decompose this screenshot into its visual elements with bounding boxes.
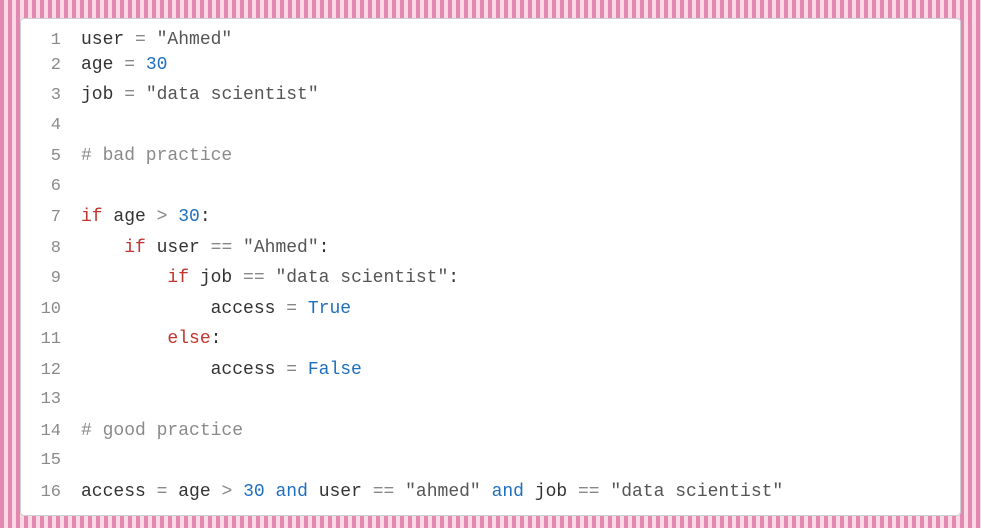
line-number: 4	[21, 111, 81, 142]
code-content: # good practice	[81, 416, 243, 447]
code-token: 30	[178, 207, 200, 227]
code-token: "ahmed"	[405, 482, 481, 502]
code-token: "Ahmed"	[157, 30, 233, 50]
code-token: ==	[578, 482, 610, 502]
code-token: True	[308, 299, 351, 319]
code-token: =	[286, 360, 308, 380]
code-token: =	[124, 55, 146, 75]
code-content: else:	[81, 324, 221, 355]
line-number: 5	[21, 142, 81, 173]
code-line: 6	[21, 172, 960, 203]
code-token: ==	[211, 238, 243, 258]
code-token: >	[157, 207, 179, 227]
code-token	[81, 329, 167, 349]
code-line: 8 if user == "Ahmed":	[21, 233, 960, 264]
code-line: 12 access = False	[21, 355, 960, 386]
code-token: if	[124, 238, 156, 258]
code-content: if user == "Ahmed":	[81, 233, 329, 264]
line-number: 8	[21, 234, 81, 265]
code-token: job	[81, 85, 124, 105]
code-line: 4	[21, 111, 960, 142]
code-content: if age > 30:	[81, 202, 211, 233]
code-token: :	[319, 238, 330, 258]
code-token: job	[535, 482, 578, 502]
code-token: =	[286, 299, 308, 319]
code-editor: 1user = "Ahmed"2age = 303job = "data sci…	[20, 18, 961, 516]
line-number: 15	[21, 446, 81, 477]
code-token: ==	[243, 268, 275, 288]
code-content: if job == "data scientist":	[81, 263, 459, 294]
code-line: 7if age > 30:	[21, 202, 960, 233]
code-content: access = True	[81, 294, 351, 325]
code-token: user	[319, 482, 373, 502]
line-number: 12	[21, 356, 81, 387]
code-token: :	[448, 268, 459, 288]
code-line: 1user = "Ahmed"	[21, 19, 960, 50]
code-token: =	[135, 30, 157, 50]
code-token: if	[167, 268, 199, 288]
code-line: 2age = 30	[21, 50, 960, 81]
code-token: if	[81, 207, 113, 227]
code-token: age	[81, 55, 124, 75]
line-number: 7	[21, 203, 81, 234]
line-number: 3	[21, 81, 81, 112]
code-token: access	[81, 299, 286, 319]
code-line: 5# bad practice	[21, 141, 960, 172]
code-content: access = False	[81, 355, 362, 386]
line-number: 13	[21, 385, 81, 416]
code-token: access	[81, 360, 286, 380]
code-line: 10 access = True	[21, 294, 960, 325]
line-number: 9	[21, 264, 81, 295]
code-token: else	[167, 329, 210, 349]
line-number: 16	[21, 478, 81, 509]
code-token: age	[178, 482, 221, 502]
code-token: user	[81, 30, 135, 50]
code-token: 30	[243, 482, 265, 502]
code-line: 9 if job == "data scientist":	[21, 263, 960, 294]
code-content: job = "data scientist"	[81, 80, 319, 111]
code-token: # bad practice	[81, 146, 232, 166]
code-line: 14# good practice	[21, 416, 960, 447]
code-line: 15	[21, 446, 960, 477]
code-token: >	[221, 482, 243, 502]
code-token: "data scientist"	[275, 268, 448, 288]
code-line: 16access = age > 30 and user == "ahmed" …	[21, 477, 960, 508]
line-number: 14	[21, 417, 81, 448]
code-token: :	[211, 329, 222, 349]
code-token	[481, 482, 492, 502]
code-line: 11 else:	[21, 324, 960, 355]
code-token: =	[157, 482, 179, 502]
code-content: # bad practice	[81, 141, 232, 172]
code-line: 3job = "data scientist"	[21, 80, 960, 111]
code-token: age	[113, 207, 156, 227]
code-token: False	[308, 360, 362, 380]
code-token: "Ahmed"	[243, 238, 319, 258]
code-token: =	[124, 85, 146, 105]
line-number: 10	[21, 295, 81, 326]
code-token	[81, 268, 167, 288]
code-line: 13	[21, 385, 960, 416]
code-content: age = 30	[81, 50, 167, 81]
code-content: access = age > 30 and user == "ahmed" an…	[81, 477, 783, 508]
line-number: 6	[21, 172, 81, 203]
code-token: ==	[373, 482, 405, 502]
code-token: user	[157, 238, 211, 258]
code-token: 30	[146, 55, 168, 75]
code-token: :	[200, 207, 211, 227]
code-token: # good practice	[81, 421, 243, 441]
code-body: 1user = "Ahmed"2age = 303job = "data sci…	[21, 19, 960, 507]
code-token: "data scientist"	[610, 482, 783, 502]
code-token: job	[200, 268, 243, 288]
code-token: and	[492, 482, 535, 502]
code-token	[265, 482, 276, 502]
code-token: "data scientist"	[146, 85, 319, 105]
line-number: 11	[21, 325, 81, 356]
code-token: access	[81, 482, 157, 502]
line-number: 2	[21, 51, 81, 82]
code-token: and	[275, 482, 318, 502]
code-token	[81, 238, 124, 258]
